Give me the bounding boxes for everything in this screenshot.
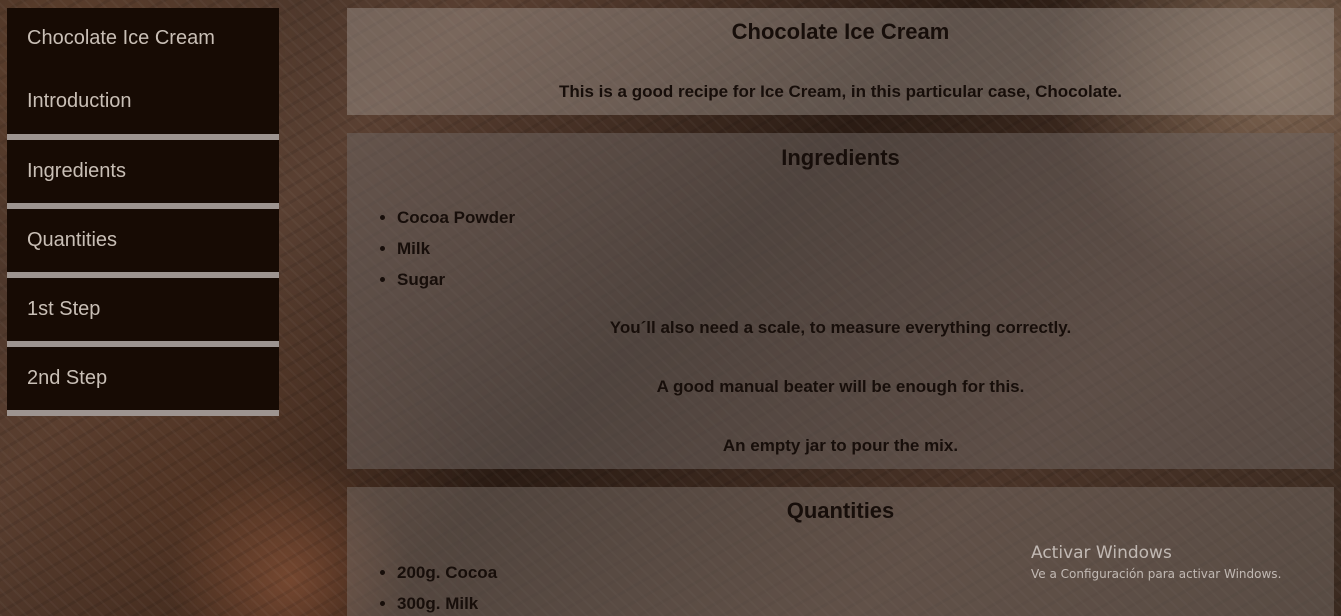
- note-scale: You´ll also need a scale, to measure eve…: [609, 318, 1072, 337]
- ingredients-notes: You´ll also need a scale, to measure eve…: [347, 298, 1334, 475]
- windows-activation-watermark: Activar Windows Ve a Configuración para …: [1031, 543, 1281, 581]
- quantities-title: Quantities: [786, 498, 895, 523]
- note-beater: A good manual beater will be enough for …: [656, 377, 1025, 396]
- ingredients-section: Ingredients Cocoa Powder Milk Sugar You´…: [347, 133, 1334, 469]
- nav-item-2nd-step[interactable]: 2nd Step: [7, 347, 279, 410]
- nav-item-quantities[interactable]: Quantities: [7, 209, 279, 272]
- nav-item-1st-step[interactable]: 1st Step: [7, 278, 279, 341]
- watermark-title: Activar Windows: [1031, 543, 1172, 563]
- nav-item-ingredients[interactable]: Ingredients: [7, 140, 279, 203]
- sidebar-nav: Chocolate Ice Cream Introduction Ingredi…: [7, 8, 279, 416]
- nav-group-top: Chocolate Ice Cream Introduction: [7, 8, 279, 134]
- nav-item-home[interactable]: Chocolate Ice Cream: [27, 27, 279, 90]
- intro-section: Chocolate Ice Cream This is a good recip…: [347, 8, 1334, 115]
- list-item: Cocoa Powder: [397, 202, 1334, 233]
- watermark-subtitle: Ve a Configuración para activar Windows.: [1031, 567, 1282, 581]
- ingredients-list: Cocoa Powder Milk Sugar: [347, 202, 1334, 295]
- note-jar: An empty jar to pour the mix.: [722, 436, 959, 455]
- list-item: Sugar: [397, 264, 1334, 295]
- nav-divider: [7, 410, 279, 416]
- list-item: Milk: [397, 233, 1334, 264]
- intro-title: Chocolate Ice Cream: [731, 19, 950, 44]
- list-item: 300g. Milk: [397, 588, 1334, 616]
- intro-text: This is a good recipe for Ice Cream, in …: [558, 82, 1123, 101]
- ingredients-title: Ingredients: [781, 145, 900, 170]
